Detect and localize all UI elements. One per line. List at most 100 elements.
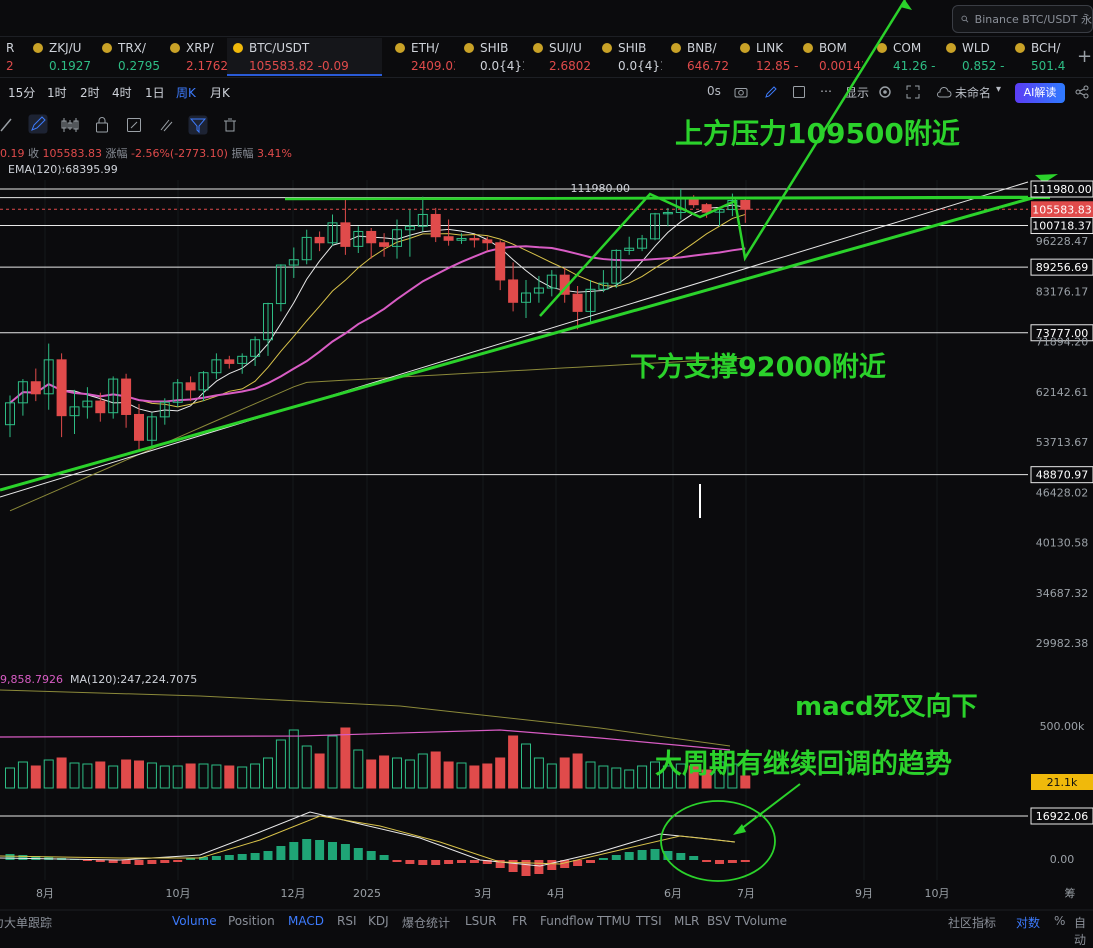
volume-bar	[585, 761, 596, 789]
price-axis-text: 89256.69	[1036, 261, 1089, 274]
candle-body	[185, 382, 196, 391]
candle	[469, 234, 480, 248]
macd-bar	[715, 860, 724, 864]
candle-body	[495, 242, 506, 281]
volume-bar	[185, 763, 196, 789]
resistance-annotation: 上方压力109500附近	[675, 117, 960, 150]
macd-bar	[95, 860, 105, 862]
candle	[740, 198, 751, 223]
price-axis-label: 29982.38	[1036, 637, 1089, 650]
price-axis-label: 48870.97	[1030, 466, 1093, 484]
macd-bar	[250, 853, 260, 860]
volume-ma120-line	[0, 689, 731, 747]
volume-bar	[314, 753, 325, 789]
candle-body	[30, 381, 41, 395]
volume-bar	[263, 757, 273, 789]
macd-bar	[444, 860, 454, 864]
bottom-right-3[interactable]: 自动	[1074, 914, 1093, 948]
candle	[237, 353, 248, 374]
price-axis-label: 111980.00	[1030, 180, 1093, 198]
macd-bar	[727, 860, 737, 863]
volume-bar	[95, 761, 106, 789]
macd-bar	[586, 860, 595, 863]
candle	[134, 403, 144, 450]
volume-bar	[211, 764, 222, 789]
price-axis-label: 46428.02	[1036, 486, 1089, 499]
volume-bar	[250, 763, 261, 789]
candle-body	[430, 213, 441, 238]
macd-bar	[702, 860, 712, 862]
candle	[17, 379, 28, 416]
macd-bar	[328, 842, 337, 860]
volume-bar	[404, 759, 415, 789]
price-axis-text: 83176.17	[1036, 285, 1089, 298]
high-price-label: 111980.00	[571, 182, 631, 195]
arrow-head	[900, 0, 912, 10]
time-axis-label: 8月	[36, 887, 54, 900]
macd-bar	[82, 860, 92, 861]
candle	[314, 231, 325, 252]
macd-bar	[624, 852, 634, 860]
volume-bar	[30, 765, 41, 789]
volume-legend: 9,858.7926 MA(120):247,224.7075	[0, 673, 197, 686]
price-axis-label: 96228.47	[1036, 235, 1089, 248]
volume-bar	[546, 763, 557, 789]
candle	[366, 227, 377, 259]
candle	[443, 219, 454, 246]
projection-path	[539, 0, 907, 317]
price-axis-text: 100718.37	[1032, 220, 1092, 233]
bottom-right-1[interactable]: 对数	[1016, 914, 1040, 931]
volume-bar	[495, 757, 506, 789]
time-axis-label: 3月	[474, 887, 492, 900]
candle	[675, 189, 686, 220]
time-axis-label: 12月	[281, 887, 306, 900]
price-axis-text: 34687.32	[1036, 587, 1089, 600]
candle	[121, 373, 132, 428]
macd-bar	[289, 842, 299, 860]
trend-line-green	[0, 191, 1051, 492]
macd-bar	[431, 860, 441, 865]
volume-bar	[301, 745, 312, 789]
time-axis-label: 6月	[664, 887, 682, 900]
candle-body	[701, 204, 712, 213]
macd-bar	[598, 858, 608, 860]
macd-bar	[676, 853, 686, 860]
indicator-tab-6[interactable]: 爆仓统计	[402, 914, 450, 931]
candle-body	[572, 293, 583, 312]
candle	[495, 240, 506, 291]
candle	[288, 247, 299, 278]
candle	[301, 229, 312, 265]
price-axis-label: 34687.32	[1036, 587, 1089, 600]
price-axis-text: 29982.38	[1036, 637, 1089, 650]
volume-bar	[288, 729, 299, 789]
volume-bar	[508, 735, 519, 789]
volume-bar	[482, 763, 493, 789]
macd-bar	[211, 856, 221, 860]
volume-bar	[392, 757, 402, 789]
candle	[185, 376, 196, 402]
macd-bar	[18, 855, 28, 860]
macd-bar	[457, 860, 466, 863]
candle	[430, 207, 441, 243]
price-chart[interactable]: 111980.00 105583.83 100718.37 96228.47 89256…	[0, 0, 1093, 926]
macd-bar	[340, 844, 350, 860]
candle-body	[366, 230, 377, 244]
candle	[56, 353, 67, 438]
macd-bar	[740, 860, 750, 862]
candle-body	[95, 400, 106, 414]
time-axis-label: 10月	[925, 887, 950, 900]
volume-bar	[121, 759, 132, 789]
time-axis-label: 4月	[547, 887, 565, 900]
support-annotation: 下方支撑92000附近	[630, 351, 886, 383]
macd-bar	[469, 860, 479, 863]
candle	[482, 236, 493, 252]
indicator-tab-0[interactable]: 力大单跟踪	[0, 914, 52, 931]
macd-axis-label: 0.00	[1050, 853, 1075, 866]
bottom-right-0[interactable]: 社区指标	[948, 914, 996, 931]
macd-axis-text: 16922.06	[1036, 810, 1089, 823]
price-axis-text: 48870.97	[1036, 469, 1089, 482]
volume-bar	[340, 727, 351, 789]
volume-bar	[108, 765, 119, 789]
candle	[30, 368, 41, 402]
price-axis-label: 71894.20	[1036, 336, 1089, 349]
